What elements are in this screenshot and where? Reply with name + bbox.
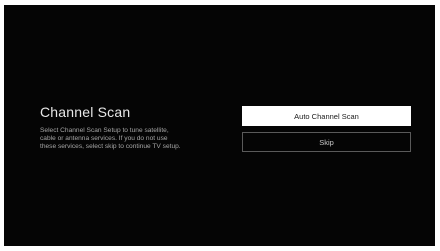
description-line: Select Channel Scan Setup to tune satell… <box>40 127 169 134</box>
auto-channel-scan-label: Auto Channel Scan <box>294 111 359 121</box>
tv-setup-screen: Channel Scan Select Channel Scan Setup t… <box>4 5 435 246</box>
page-title: Channel Scan <box>40 104 131 120</box>
scan-options: Auto Channel Scan Skip <box>242 106 411 152</box>
description-line: these services, select skip to continue … <box>40 143 181 150</box>
auto-channel-scan-button[interactable]: Auto Channel Scan <box>242 106 411 126</box>
skip-button[interactable]: Skip <box>242 132 411 152</box>
page-description: Select Channel Scan Setup to tune satell… <box>40 127 230 151</box>
skip-label: Skip <box>319 137 334 147</box>
description-line: cable or antenna services. If you do not… <box>40 135 168 142</box>
channel-scan-info: Channel Scan Select Channel Scan Setup t… <box>40 103 230 151</box>
